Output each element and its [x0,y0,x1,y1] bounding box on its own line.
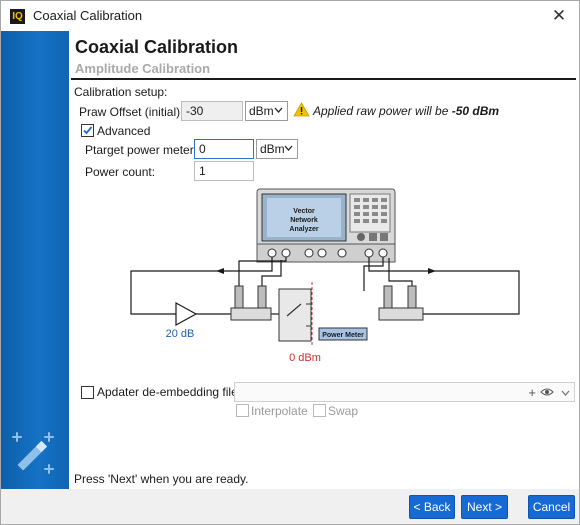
back-button[interactable]: < Back [409,495,455,519]
chevron-down-icon [274,107,283,113]
title-bar: IQ Coaxial Calibration ✕ [1,1,579,31]
ptarget-input[interactable]: 0 [194,139,254,159]
page-title: Coaxial Calibration [75,37,239,57]
magic-wand-icon [12,432,54,474]
arrow-left-icon [216,268,224,274]
swap-label: Swap [328,404,359,418]
arrow-right-icon [428,268,436,274]
interpolate-checkbox[interactable] [236,404,249,417]
footer-hint: Press 'Next' when you are ready. [74,472,249,486]
praw-unit-value: dBm [249,104,274,118]
window-title: Coaxial Calibration [33,8,143,23]
close-button[interactable]: ✕ [545,4,573,28]
power-count-label: Power count: [85,165,156,179]
chevron-down-icon[interactable] [561,390,570,396]
interpolate-label: Interpolate [251,404,308,418]
de-embedding-file-field[interactable]: + [234,382,575,402]
eye-icon[interactable] [540,387,554,397]
advanced-label: Advanced [97,124,151,138]
next-button[interactable]: Next > [461,495,508,519]
reference-level-label: 0 dBm [289,352,321,364]
page-subtitle: Amplitude Calibration [75,61,211,76]
de-embedding-checkbox[interactable] [81,386,94,399]
add-icon[interactable]: + [528,385,536,400]
checkmark-icon [83,126,93,135]
praw-offset-input[interactable]: -30 [181,101,243,121]
switch-box-icon [278,288,312,342]
wizard-sidebar [1,31,69,489]
ptarget-unit-select[interactable]: dBm [256,139,298,159]
power-count-input[interactable]: 1 [194,161,254,181]
vna-label-line3: Analyzer [289,226,318,233]
calibration-setup-label: Calibration setup: [74,85,168,99]
vna-label-line2: Network [290,217,318,224]
cabling [130,257,520,335]
praw-unit-select[interactable]: dBm [245,101,288,121]
warning-icon [293,102,310,117]
ptarget-label: Ptarget power meter: [85,143,198,157]
swap-checkbox[interactable] [313,404,326,417]
warning-value: -50 dBm [451,104,500,118]
advanced-checkbox[interactable] [81,124,94,137]
chevron-down-icon [284,145,293,151]
warning-prefix: Applied raw power will be [313,104,452,118]
header-divider [71,78,576,80]
amplifier-icon [175,301,198,327]
right-coupler-icon [378,285,424,321]
dialog-window: IQ Coaxial Calibration ✕ Coaxial Calibra… [0,0,580,525]
de-embedding-label: Apdater de-embedding file: [97,385,242,399]
ptarget-unit-value: dBm [260,142,285,156]
power-meter-label: Power Meter [322,332,364,339]
left-coupler-icon [230,285,272,321]
cancel-button[interactable]: Cancel [528,495,575,519]
vna-instrument [256,188,396,263]
setup-diagram: Vector Network Analyzer 20 dB Power Mete… [130,188,520,364]
praw-offset-label: Praw Offset (initial): [79,105,184,119]
app-logo-icon: IQ [10,9,25,24]
vna-label-line1: Vector [293,208,315,215]
applied-power-warning: Applied raw power will be -50 dBm [313,104,499,118]
amplifier-gain-label: 20 dB [166,328,195,340]
